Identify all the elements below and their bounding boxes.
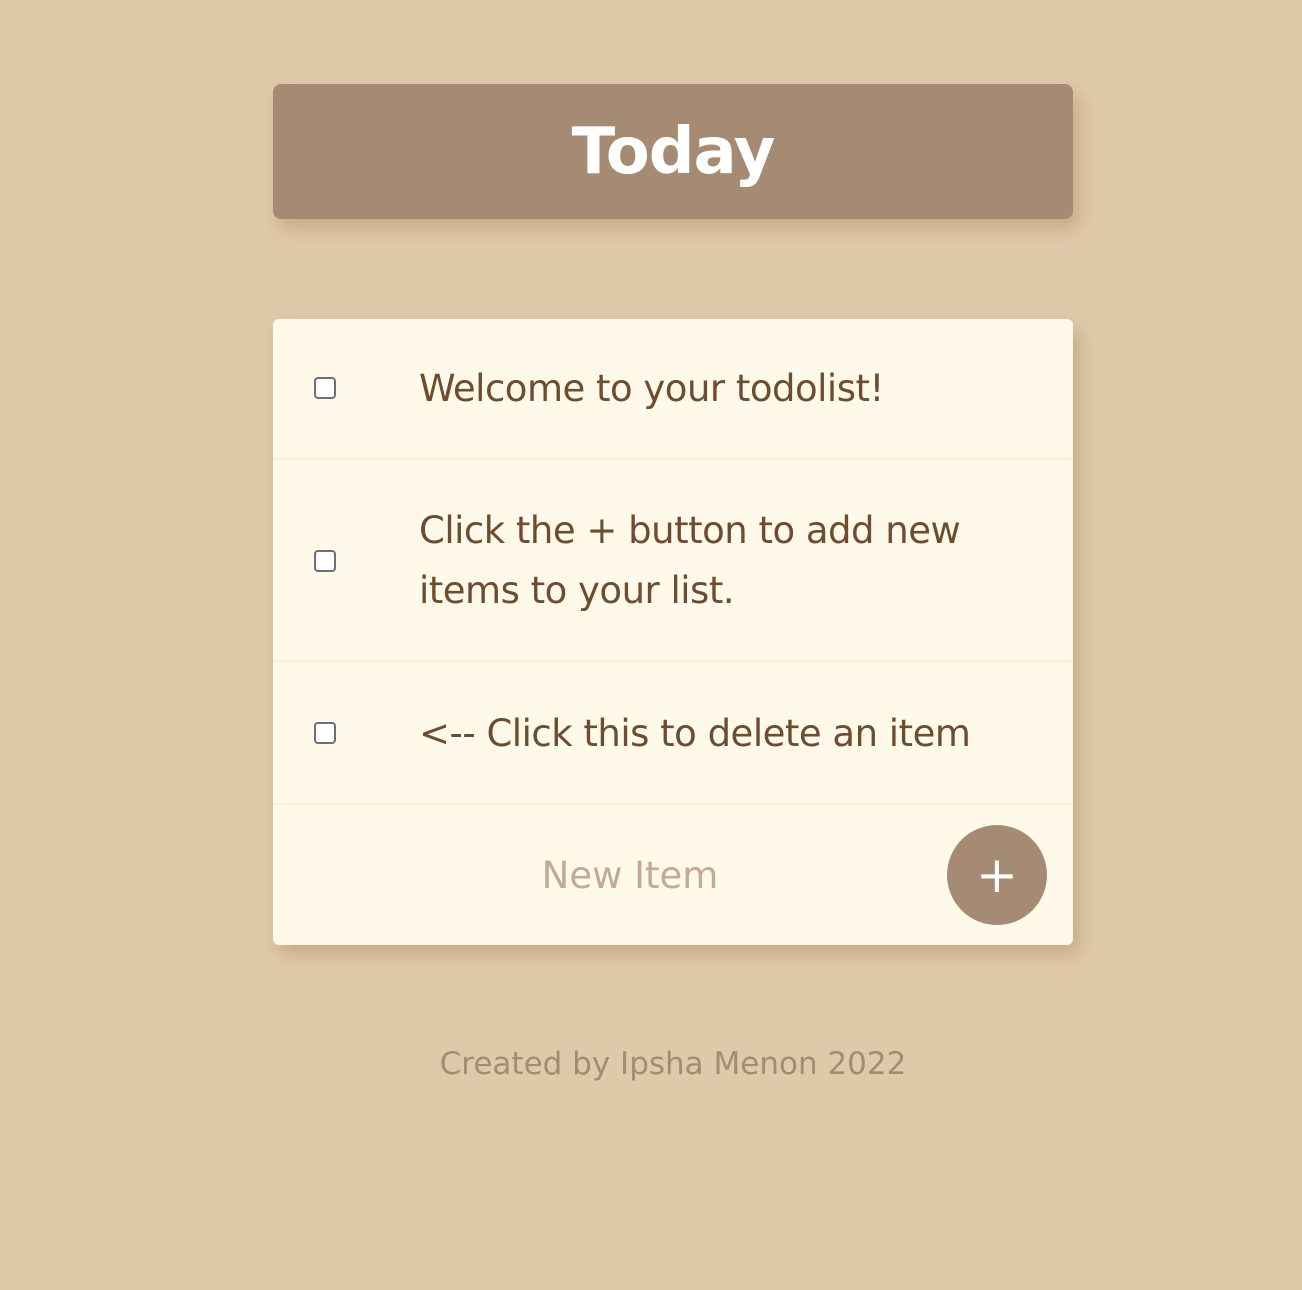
delete-checkbox[interactable] [314,722,336,744]
list-item: <-- Click this to delete an item [273,662,1073,805]
list-item-text: <-- Click this to delete an item [419,712,971,755]
page-title: Today [571,114,776,189]
new-item-input[interactable] [303,845,957,905]
add-item-button[interactable]: + [947,825,1047,925]
heading-box: Today [273,84,1073,219]
list-item-text: Click the + button to add new items to y… [419,509,961,612]
list-item: Click the + button to add new items to y… [273,460,1073,662]
delete-checkbox[interactable] [314,550,336,572]
todo-list-card: Welcome to your todolist! Click the + bu… [273,319,1073,945]
list-item-text: Welcome to your todolist! [419,367,884,410]
footer-credit: Created by Ipsha Menon 2022 [439,1046,907,1082]
list-item: Welcome to your todolist! [273,319,1073,460]
new-item-form: + [273,805,1073,945]
delete-checkbox[interactable] [314,377,336,399]
